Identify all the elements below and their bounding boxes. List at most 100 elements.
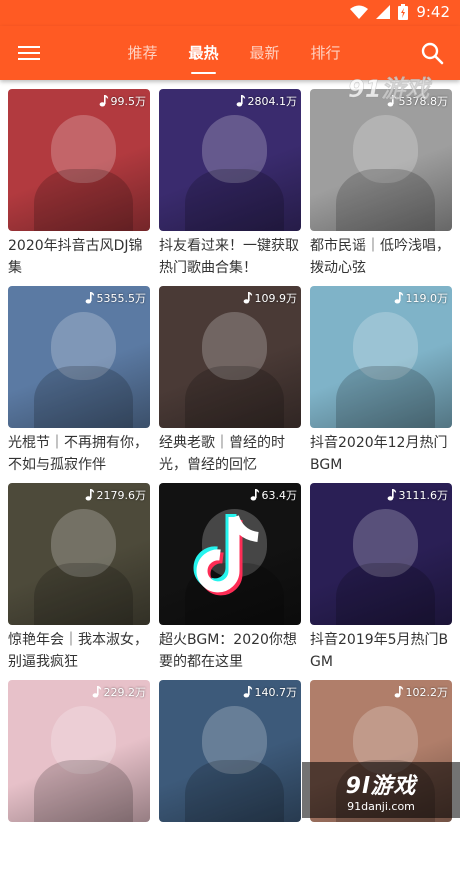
tab-label: 推荐 xyxy=(127,44,158,62)
playlist-grid: 99.5万 2020年抖音古风DJ锦集 2804.1万 抖友看过来！一键获取热门歌曲合… xyxy=(8,89,460,870)
playlist-title[interactable]: 抖音2019年5月热门BGM xyxy=(310,629,452,673)
play-count-value: 119.0万 xyxy=(405,292,449,305)
play-count-value: 140.7万 xyxy=(254,686,298,699)
playlist-cover-image[interactable]: 3111.6万 xyxy=(310,483,452,625)
playlist-title[interactable]: 都市民谣｜低吟浅唱，拨动心弦 xyxy=(310,235,452,279)
playlist-card[interactable]: 63.4万超火BGM：2020你想要的都在这里 xyxy=(159,483,301,673)
cover-art xyxy=(335,562,435,625)
tab-recommend[interactable]: 推荐 xyxy=(112,26,173,80)
hamburger-icon xyxy=(18,46,40,48)
tiktok-logo-icon xyxy=(193,514,259,596)
active-tab-indicator xyxy=(191,72,216,74)
search-icon[interactable] xyxy=(420,41,444,65)
play-count: 2804.1万 xyxy=(236,93,298,109)
cover-art xyxy=(184,168,284,231)
play-count-value: 229.2万 xyxy=(103,686,147,699)
music-note-icon xyxy=(85,292,94,304)
playlist-title[interactable]: 超火BGM：2020你想要的都在这里 xyxy=(159,629,301,673)
music-note-icon xyxy=(250,489,259,501)
cover-art xyxy=(33,759,133,822)
tab-hottest[interactable]: 最热 xyxy=(173,26,234,80)
hamburger-icon-line xyxy=(18,58,40,60)
play-count-value: 2179.6万 xyxy=(96,489,147,502)
signal-icon xyxy=(376,5,391,19)
music-note-icon xyxy=(243,292,252,304)
playlist-card[interactable]: 99.5万 2020年抖音古风DJ锦集 xyxy=(8,89,150,279)
music-note-icon xyxy=(394,292,403,304)
playlist-cover-image[interactable]: 99.5万 xyxy=(8,89,150,231)
play-count-value: 63.4万 xyxy=(261,489,298,502)
playlist-title[interactable] xyxy=(8,826,150,870)
play-count: 63.4万 xyxy=(250,487,298,503)
playlist-cover-image[interactable]: 5355.5万 xyxy=(8,286,150,428)
music-note-icon xyxy=(387,489,396,501)
play-count-value: 109.9万 xyxy=(254,292,298,305)
playlist-card[interactable]: 2179.6万惊艳年会｜我本淑女，别逼我疯狂 xyxy=(8,483,150,673)
menu-button[interactable] xyxy=(18,42,40,62)
playlist-cover-image[interactable]: 119.0万 xyxy=(310,286,452,428)
music-note-icon xyxy=(92,686,101,698)
category-tabs: 推荐 最热 最新 排行 xyxy=(112,26,356,80)
playlist-title[interactable]: 2020年抖音古风DJ锦集 xyxy=(8,235,150,279)
playlist-title[interactable]: 抖友看过来！一键获取热门歌曲合集！ xyxy=(159,235,301,279)
music-note-icon xyxy=(85,489,94,501)
playlist-cover-image[interactable]: 2179.6万 xyxy=(8,483,150,625)
playlist-card[interactable]: 3111.6万抖音2019年5月热门BGM xyxy=(310,483,452,673)
play-count-value: 99.5万 xyxy=(110,95,147,108)
play-count: 140.7万 xyxy=(243,684,298,700)
cover-art xyxy=(184,365,284,428)
cover-art xyxy=(184,759,284,822)
playlist-card[interactable]: 109.9万经典老歌｜曾经的时光，曾经的回忆 xyxy=(159,286,301,476)
playlist-card[interactable]: 119.0万抖音2020年12月热门BGM xyxy=(310,286,452,476)
watermark-banner: 9l游戏 91danji.com xyxy=(302,762,460,818)
playlist-title[interactable]: 光棍节｜不再拥有你，不如与孤寂作伴 xyxy=(8,432,150,476)
playlist-title[interactable] xyxy=(159,826,301,870)
play-count: 109.9万 xyxy=(243,290,298,306)
playlist-card[interactable]: 5378.8万 都市民谣｜低吟浅唱，拨动心弦 xyxy=(310,89,452,279)
playlist-title[interactable]: 经典老歌｜曾经的时光，曾经的回忆 xyxy=(159,432,301,476)
playlist-cover-image[interactable]: 229.2万 xyxy=(8,680,150,822)
tab-label: 排行 xyxy=(310,44,341,62)
music-note-icon xyxy=(99,95,108,107)
playlist-cover-image[interactable]: 109.9万 xyxy=(159,286,301,428)
play-count: 2179.6万 xyxy=(85,487,147,503)
playlist-title[interactable]: 惊艳年会｜我本淑女，别逼我疯狂 xyxy=(8,629,150,673)
play-count: 3111.6万 xyxy=(387,487,449,503)
play-count: 99.5万 xyxy=(99,93,147,109)
play-count: 102.2万 xyxy=(394,684,449,700)
play-count: 119.0万 xyxy=(394,290,449,306)
playlist-cover-image[interactable]: 140.7万 xyxy=(159,680,301,822)
play-count-value: 2804.1万 xyxy=(247,95,298,108)
playlist-cover-image[interactable]: 5378.8万 xyxy=(310,89,452,231)
status-icons: 9:42 xyxy=(350,3,450,21)
playlist-card[interactable]: 229.2万 xyxy=(8,680,150,870)
play-count: 5355.5万 xyxy=(85,290,147,306)
playlist-title[interactable]: 抖音2020年12月热门BGM xyxy=(310,432,452,476)
svg-text:91游戏: 91游戏 xyxy=(348,75,432,103)
tab-label: 最新 xyxy=(249,44,280,62)
play-count-value: 5355.5万 xyxy=(96,292,147,305)
hamburger-icon-line xyxy=(18,52,40,54)
music-note-icon xyxy=(394,686,403,698)
play-count-value: 102.2万 xyxy=(405,686,449,699)
music-note-icon xyxy=(243,686,252,698)
cover-art xyxy=(33,168,133,231)
cover-art xyxy=(335,168,435,231)
battery-icon xyxy=(398,4,409,20)
playlist-card[interactable]: 140.7万 xyxy=(159,680,301,870)
cover-art xyxy=(335,365,435,428)
music-note-icon xyxy=(236,95,245,107)
status-time: 9:42 xyxy=(416,3,450,21)
play-count: 229.2万 xyxy=(92,684,147,700)
playlist-card[interactable]: 2804.1万抖友看过来！一键获取热门歌曲合集！ xyxy=(159,89,301,279)
playlist-title[interactable] xyxy=(310,826,452,870)
status-bar: 9:42 xyxy=(0,0,460,26)
play-count-value: 3111.6万 xyxy=(398,489,449,502)
cover-art xyxy=(33,562,133,625)
playlist-cover-image[interactable]: 2804.1万 xyxy=(159,89,301,231)
tab-newest[interactable]: 最新 xyxy=(234,26,295,80)
watermark-logo-top: 91游戏 xyxy=(344,70,442,106)
playlist-cover-image[interactable]: 63.4万 xyxy=(159,483,301,625)
playlist-card[interactable]: 5355.5万光棍节｜不再拥有你，不如与孤寂作伴 xyxy=(8,286,150,476)
watermark-title: 9l游戏 xyxy=(345,774,417,799)
